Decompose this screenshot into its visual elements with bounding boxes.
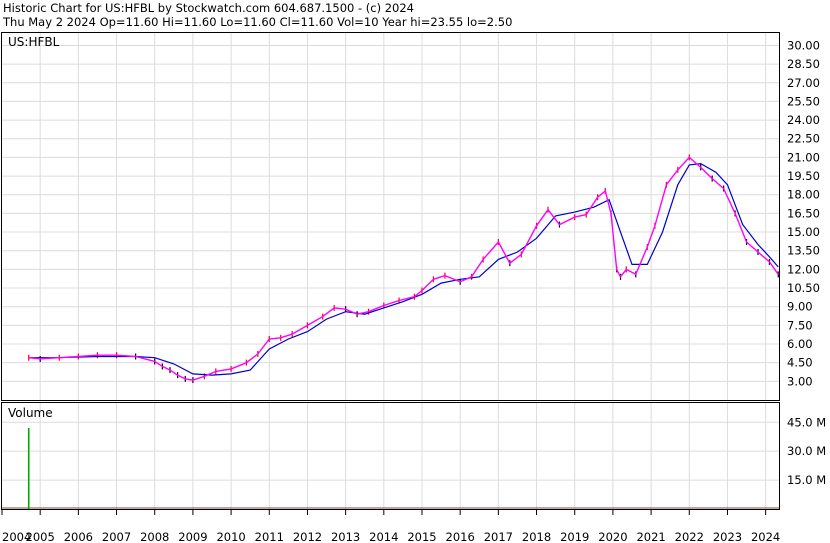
year-tick-label: 2018 <box>522 530 551 543</box>
price-tick-label: 4.50 <box>787 356 813 370</box>
price-tick-label: 30.00 <box>787 38 820 52</box>
year-tick-label: 2012 <box>293 530 322 543</box>
price-tick-label: 19.50 <box>787 169 820 183</box>
volume-panel-label: Volume <box>8 406 53 420</box>
price-tick-label: 18.00 <box>787 188 820 202</box>
price-tick-label: 27.00 <box>787 76 820 90</box>
year-tick-label: 2015 <box>407 530 436 543</box>
year-tick-label: 2023 <box>713 530 742 543</box>
price-tick-label: 3.00 <box>787 374 813 388</box>
price-tick-label: 22.50 <box>787 132 820 146</box>
price-tick-label: 16.50 <box>787 206 820 220</box>
year-tick-label: 2008 <box>140 530 169 543</box>
price-tick-label: 13.50 <box>787 244 820 258</box>
year-tick-label: 2007 <box>102 530 131 543</box>
year-tick-label: 2020 <box>598 530 627 543</box>
price-tick-label: 28.50 <box>787 57 820 71</box>
volume-tick-label: 30.0 M <box>787 444 826 458</box>
year-tick-label: 2021 <box>636 530 665 543</box>
price-close-line <box>28 156 779 381</box>
price-tick-label: 25.50 <box>787 94 820 108</box>
price-tick-label: 24.00 <box>787 113 820 127</box>
price-tick-label: 12.00 <box>787 262 820 276</box>
year-tick-label: 2017 <box>484 530 513 543</box>
year-tick-label: 2024 <box>751 530 780 543</box>
year-tick-label: 2011 <box>255 530 284 543</box>
price-panel-frame <box>1 32 780 401</box>
year-tick-label: 2014 <box>369 530 398 543</box>
year-tick-label: 2013 <box>331 530 360 543</box>
volume-tick-label: 15.0 M <box>787 473 826 487</box>
year-tick-label: 2016 <box>446 530 475 543</box>
year-tick-label: 2006 <box>64 530 93 543</box>
price-panel-label: US:HFBL <box>8 35 60 49</box>
year-tick-label: 2019 <box>560 530 589 543</box>
price-tick-label: 7.50 <box>787 318 813 332</box>
year-tick-label: 2022 <box>675 530 704 543</box>
price-tick-label: 9.00 <box>787 300 813 314</box>
volume-tick-label: 45.0 M <box>787 415 826 429</box>
volume-panel-frame <box>1 402 780 510</box>
price-tick-label: 21.00 <box>787 150 820 164</box>
year-tick-label: 2009 <box>178 530 207 543</box>
price-tick-label: 15.00 <box>787 225 820 239</box>
stock-chart: 3.00 4.50 6.00 7.50 9.00 10.50 12.00 13.50 15.00… <box>1 32 826 543</box>
year-tick-label: 2005 <box>26 530 55 543</box>
year-tick-label: 2010 <box>216 530 245 543</box>
price-tick-label: 6.00 <box>787 337 813 351</box>
price-tick-label: 10.50 <box>787 281 820 295</box>
